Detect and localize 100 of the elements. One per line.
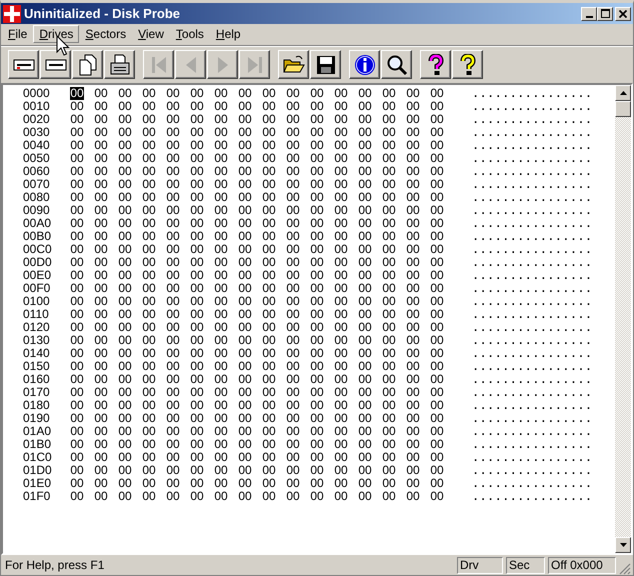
hex-byte[interactable]: 00	[262, 373, 276, 386]
hex-byte[interactable]: 00	[238, 334, 252, 347]
hex-byte[interactable]: 00	[334, 451, 348, 464]
hex-byte[interactable]: 00	[334, 139, 348, 152]
hex-byte[interactable]: 00	[238, 217, 252, 230]
hex-byte[interactable]: 00	[286, 360, 300, 373]
hex-byte[interactable]: 00	[214, 360, 228, 373]
hex-byte[interactable]: 00	[94, 204, 108, 217]
hex-byte[interactable]: 00	[406, 308, 420, 321]
hex-byte[interactable]: 00	[286, 243, 300, 256]
hex-byte[interactable]: 00	[118, 347, 132, 360]
hex-byte[interactable]: 00	[214, 230, 228, 243]
hex-byte[interactable]: 00	[142, 282, 156, 295]
hex-byte[interactable]: 00	[214, 165, 228, 178]
hex-byte[interactable]: 00	[334, 360, 348, 373]
hex-byte[interactable]: 00	[142, 126, 156, 139]
hex-byte[interactable]: 00	[142, 464, 156, 477]
hex-byte[interactable]: 00	[70, 412, 84, 425]
hex-byte[interactable]: 00	[142, 295, 156, 308]
hex-byte[interactable]: 00	[334, 295, 348, 308]
hex-byte[interactable]: 00	[190, 243, 204, 256]
hex-byte[interactable]: 00	[430, 152, 444, 165]
hex-byte[interactable]: 00	[166, 464, 180, 477]
hex-byte[interactable]: 00	[214, 477, 228, 490]
hex-byte[interactable]: 00	[70, 399, 84, 412]
hex-byte[interactable]: 00	[238, 230, 252, 243]
hex-byte[interactable]: 00	[238, 126, 252, 139]
hex-byte[interactable]: 00	[334, 126, 348, 139]
hex-byte[interactable]: 00	[214, 191, 228, 204]
hex-byte[interactable]: 00	[142, 386, 156, 399]
hex-byte[interactable]: 00	[142, 399, 156, 412]
hex-byte[interactable]: 00	[214, 178, 228, 191]
hex-byte[interactable]: 00	[358, 490, 372, 503]
hex-byte[interactable]: 00	[310, 282, 324, 295]
hex-byte[interactable]: 00	[166, 347, 180, 360]
hex-byte[interactable]: 00	[238, 152, 252, 165]
hex-byte[interactable]: 00	[430, 217, 444, 230]
hex-byte[interactable]: 00	[166, 139, 180, 152]
hex-byte[interactable]: 00	[358, 217, 372, 230]
hex-byte[interactable]: 00	[238, 139, 252, 152]
hex-byte[interactable]: 00	[142, 87, 156, 100]
hex-byte[interactable]: 00	[190, 113, 204, 126]
hex-byte[interactable]: 00	[94, 438, 108, 451]
hex-byte[interactable]: 00	[286, 334, 300, 347]
hex-byte[interactable]: 00	[118, 87, 132, 100]
hex-byte[interactable]: 00	[94, 152, 108, 165]
hex-byte[interactable]: 00	[262, 451, 276, 464]
hex-byte[interactable]: 00	[382, 243, 396, 256]
hex-byte[interactable]: 00	[94, 373, 108, 386]
hex-byte[interactable]: 00	[118, 386, 132, 399]
hex-byte[interactable]: 00	[262, 308, 276, 321]
hex-byte[interactable]: 00	[190, 256, 204, 269]
hex-byte[interactable]: 00	[214, 139, 228, 152]
hex-byte[interactable]: 00	[94, 451, 108, 464]
hex-byte[interactable]: 00	[310, 438, 324, 451]
hex-byte[interactable]: 00	[142, 425, 156, 438]
hex-byte[interactable]: 00	[262, 360, 276, 373]
hex-byte[interactable]: 00	[70, 139, 84, 152]
hex-byte[interactable]: 00	[166, 204, 180, 217]
hex-byte[interactable]: 00	[238, 477, 252, 490]
hex-byte[interactable]: 00	[238, 269, 252, 282]
hex-byte[interactable]: 00	[118, 126, 132, 139]
hex-byte[interactable]: 00	[382, 295, 396, 308]
hex-byte[interactable]: 00	[286, 321, 300, 334]
hex-byte[interactable]: 00	[238, 295, 252, 308]
hex-byte[interactable]: 00	[310, 165, 324, 178]
hex-byte[interactable]: 00	[166, 282, 180, 295]
minimize-button[interactable]	[581, 6, 597, 20]
hex-byte[interactable]: 00	[286, 347, 300, 360]
hex-byte[interactable]: 00	[214, 425, 228, 438]
hex-byte[interactable]: 00	[430, 308, 444, 321]
hex-byte[interactable]: 00	[310, 256, 324, 269]
hex-byte[interactable]: 00	[190, 477, 204, 490]
hex-byte[interactable]: 00	[286, 217, 300, 230]
hex-byte[interactable]: 00	[430, 425, 444, 438]
hex-byte[interactable]: 00	[430, 464, 444, 477]
hex-byte[interactable]: 00	[70, 282, 84, 295]
hex-byte[interactable]: 00	[70, 243, 84, 256]
hex-byte[interactable]: 00	[94, 100, 108, 113]
hex-byte[interactable]: 00	[406, 477, 420, 490]
hex-byte[interactable]: 00	[286, 100, 300, 113]
hex-byte[interactable]: 00	[118, 204, 132, 217]
hex-byte[interactable]: 00	[238, 191, 252, 204]
hex-byte[interactable]: 00	[190, 451, 204, 464]
hex-byte[interactable]: 00	[70, 425, 84, 438]
hex-byte[interactable]: 00	[430, 321, 444, 334]
hex-byte[interactable]: 00	[238, 113, 252, 126]
hex-byte[interactable]: 00	[262, 269, 276, 282]
hex-byte[interactable]: 00	[262, 178, 276, 191]
hex-byte[interactable]: 00	[310, 243, 324, 256]
hex-byte[interactable]: 00	[382, 113, 396, 126]
hex-byte[interactable]: 00	[406, 113, 420, 126]
hex-byte[interactable]: 00	[214, 321, 228, 334]
hex-byte[interactable]: 00	[358, 269, 372, 282]
hex-byte[interactable]: 00	[286, 165, 300, 178]
toolbar-button[interactable]	[104, 50, 135, 79]
hex-byte[interactable]: 00	[190, 360, 204, 373]
hex-byte[interactable]: 00	[310, 230, 324, 243]
menu-item[interactable]: File	[2, 24, 34, 42]
hex-byte[interactable]: 00	[262, 165, 276, 178]
